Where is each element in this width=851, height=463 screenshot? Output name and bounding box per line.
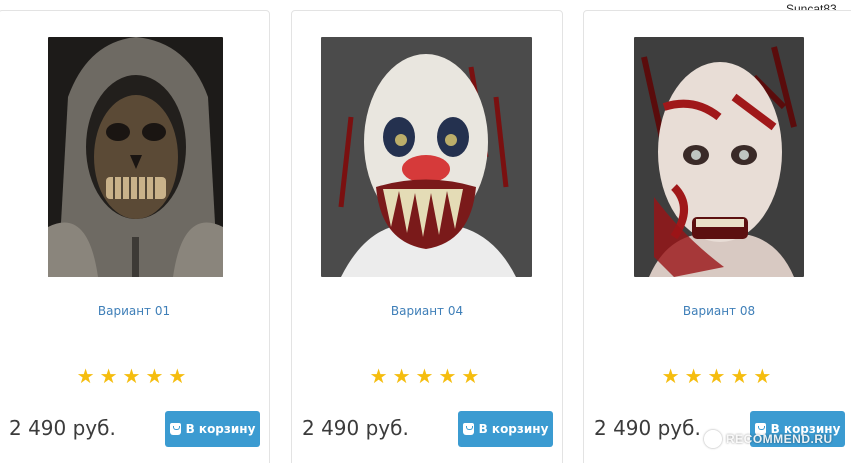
add-to-cart-button[interactable]: В корзину	[458, 411, 553, 447]
product-card: Вариант 04 ★★★★★ 2 490 руб. В корзину	[291, 10, 563, 463]
rating-stars: ★★★★★	[0, 364, 269, 388]
product-price: 2 490 руб.	[594, 416, 701, 440]
star-icon: ★	[76, 364, 100, 388]
rating-stars: ★★★★★	[584, 364, 851, 388]
star-icon: ★	[707, 364, 731, 388]
zombie-mask-photo	[634, 37, 804, 277]
star-icon: ★	[461, 364, 485, 388]
star-icon: ★	[122, 364, 146, 388]
star-icon: ★	[661, 364, 685, 388]
product-image[interactable]	[634, 37, 804, 277]
product-title-link[interactable]: Вариант 01	[0, 304, 269, 318]
star-icon: ★	[99, 364, 123, 388]
star-icon: ★	[145, 364, 169, 388]
recommend-logo-icon	[704, 430, 722, 448]
rating-stars: ★★★★★	[292, 364, 562, 388]
clown-mask-photo	[321, 37, 532, 277]
star-icon: ★	[730, 364, 754, 388]
product-title-link[interactable]: Вариант 08	[584, 304, 851, 318]
skull-mask-photo	[48, 37, 223, 277]
cart-button-label: В корзину	[478, 422, 549, 436]
star-icon: ★	[369, 364, 393, 388]
cart-button-label: В корзину	[185, 422, 256, 436]
add-to-cart-button[interactable]: В корзину	[165, 411, 260, 447]
product-image[interactable]	[321, 37, 532, 277]
product-title-link[interactable]: Вариант 04	[292, 304, 562, 318]
star-icon: ★	[753, 364, 777, 388]
product-image[interactable]	[48, 37, 223, 277]
product-price: 2 490 руб.	[9, 416, 116, 440]
site-watermark: RECOMMEND.RU	[704, 430, 833, 448]
shopping-bag-icon	[462, 423, 474, 435]
product-card: Вариант 08 ★★★★★ 2 490 руб. В корзину	[583, 10, 851, 463]
star-icon: ★	[415, 364, 439, 388]
watermark-text: RECOMMEND.RU	[726, 432, 833, 446]
star-icon: ★	[438, 364, 462, 388]
shopping-bag-icon	[169, 423, 181, 435]
star-icon: ★	[392, 364, 416, 388]
star-icon: ★	[168, 364, 192, 388]
product-price: 2 490 руб.	[302, 416, 409, 440]
product-card: Вариант 01 ★★★★★ 2 490 руб. В корзину	[0, 10, 270, 463]
star-icon: ★	[684, 364, 708, 388]
